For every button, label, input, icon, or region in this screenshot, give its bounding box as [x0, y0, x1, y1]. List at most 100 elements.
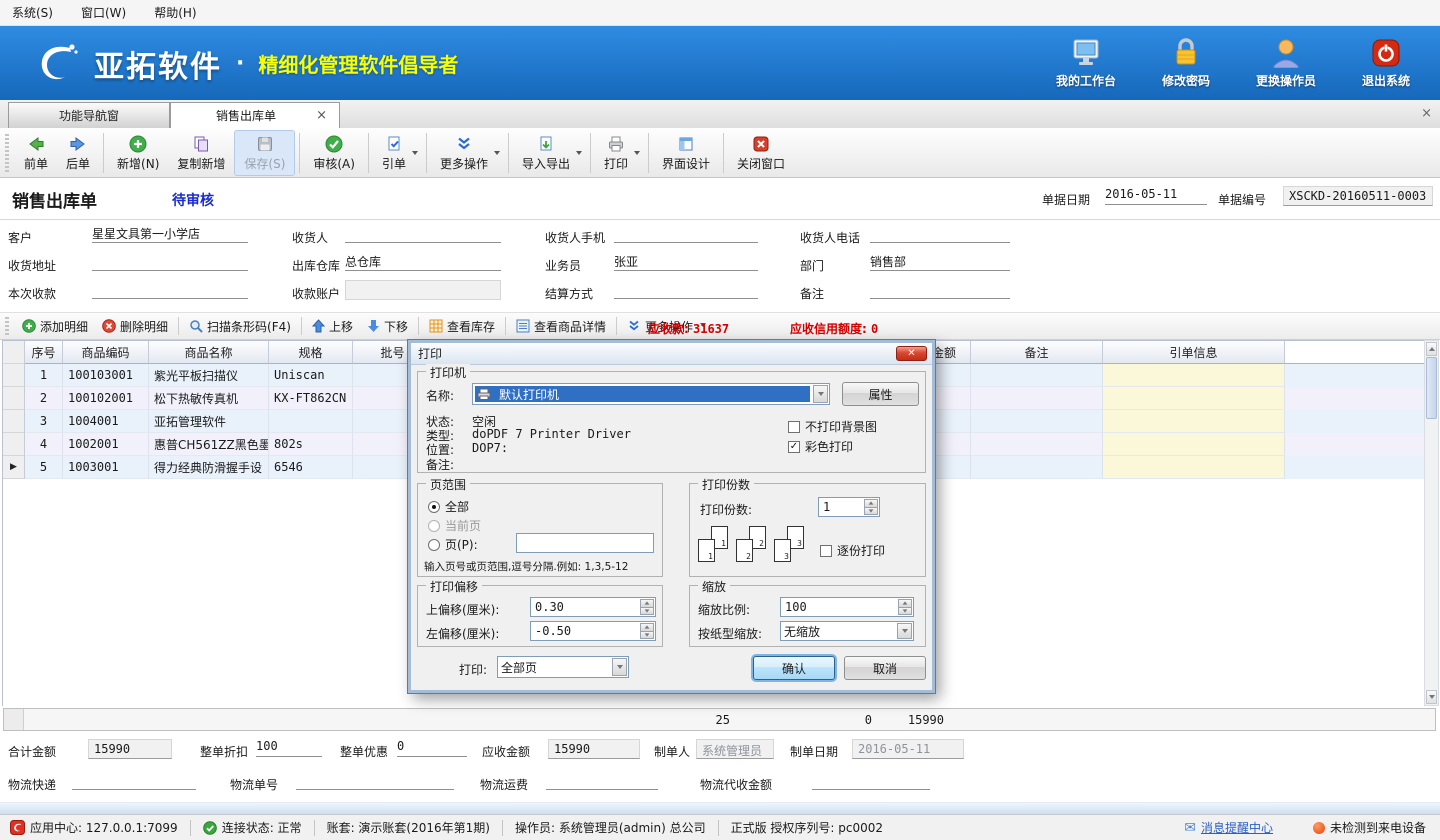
import-export-button[interactable]: 导入导出 — [513, 130, 586, 176]
prev-doc-button[interactable]: 前单 — [15, 130, 57, 176]
scrollbar-thumb[interactable] — [1426, 357, 1437, 419]
move-down-button[interactable]: 下移 — [360, 318, 415, 335]
spinner-up-icon[interactable] — [640, 599, 654, 608]
no-background-checkbox[interactable]: 不打印背景图 — [788, 418, 877, 435]
tab-sales-outbound[interactable]: 销售出库单 × — [170, 102, 340, 128]
cod-amount-field[interactable] — [812, 772, 930, 790]
spinner-up-icon[interactable] — [898, 599, 912, 608]
print-button[interactable]: 打印 — [595, 130, 644, 176]
col-name[interactable]: 商品名称 — [149, 341, 269, 364]
my-workspace-button[interactable]: 我的工作台 — [1044, 34, 1128, 89]
scan-barcode-button[interactable]: 扫描条形码(F4) — [182, 318, 298, 335]
radio-selected-icon[interactable] — [428, 501, 440, 513]
more-actions-button[interactable]: 更多操作 — [431, 130, 504, 176]
dept-field[interactable]: 销售部 — [870, 253, 1010, 271]
add-detail-button[interactable]: 添加明细 — [15, 318, 95, 335]
close-window-button[interactable]: 关闭窗口 — [728, 130, 794, 176]
express-field[interactable] — [72, 772, 196, 790]
print-dialog[interactable]: 打印 ✕ 打印机 名称: 默认打印机 属性 状态: 空闲 类型: doPDF — [408, 340, 935, 693]
message-center-link[interactable]: ✉ 消息提醒中心 — [1184, 819, 1273, 836]
color-print-checkbox[interactable]: ✓ 彩色打印 — [788, 438, 853, 455]
menu-help[interactable]: 帮助(H) — [154, 4, 196, 21]
dialog-title-bar[interactable]: 打印 — [411, 343, 932, 365]
spinner-down-icon[interactable] — [864, 508, 878, 516]
delete-detail-button[interactable]: 删除明细 — [95, 318, 175, 335]
remark-field[interactable] — [870, 281, 1010, 299]
account-field[interactable] — [345, 280, 501, 300]
top-offset-spinner[interactable]: 0.30 — [530, 597, 656, 617]
doc-date-label: 单据日期 — [1042, 191, 1090, 208]
settle-field[interactable] — [614, 281, 758, 299]
next-doc-button[interactable]: 后单 — [57, 130, 99, 176]
col-code[interactable]: 商品编码 — [63, 341, 149, 364]
tab-close-icon[interactable]: × — [316, 109, 327, 122]
copy-add-button[interactable]: 复制新增 — [168, 130, 234, 176]
view-stock-button[interactable]: 查看库存 — [422, 318, 502, 335]
radio-pages[interactable]: 页(P): — [428, 536, 478, 553]
audit-button[interactable]: 审核(A) — [304, 130, 364, 176]
consignee-field[interactable] — [345, 225, 501, 243]
confirm-button[interactable]: 确认 — [753, 656, 835, 680]
left-offset-spinner[interactable]: -0.50 — [530, 621, 656, 641]
menu-window[interactable]: 窗口(W) — [81, 4, 126, 21]
col-seq[interactable]: 序号 — [25, 341, 63, 364]
spinner-down-icon[interactable] — [640, 608, 654, 616]
customer-field[interactable]: 星星文具第一小学店 — [92, 225, 248, 243]
power-icon — [1344, 34, 1428, 68]
change-password-button[interactable]: 修改密码 — [1144, 34, 1228, 89]
copies-spinner[interactable]: 1 — [818, 497, 880, 517]
page-range-input[interactable] — [516, 533, 654, 553]
checkbox-icon[interactable] — [820, 545, 832, 557]
printer-properties-button[interactable]: 属性 — [842, 382, 919, 406]
warehouse-field[interactable]: 总仓库 — [345, 253, 501, 271]
tracking-no-field[interactable] — [296, 772, 454, 790]
freight-field[interactable] — [546, 772, 658, 790]
spinner-up-icon[interactable] — [640, 623, 654, 632]
combo-arrow-icon[interactable] — [612, 658, 627, 676]
cod-amount-label: 物流代收金额 — [700, 776, 772, 793]
ui-design-button[interactable]: 界面设计 — [653, 130, 719, 176]
doc-date-field[interactable]: 2016-05-11 — [1105, 187, 1207, 205]
spinner-down-icon[interactable] — [898, 608, 912, 616]
panel-close-icon[interactable]: × — [1421, 106, 1432, 121]
checkbox-checked-icon[interactable]: ✓ — [788, 441, 800, 453]
spinner-down-icon[interactable] — [640, 632, 654, 640]
cancel-button[interactable]: 取消 — [844, 656, 926, 680]
paper-scale-combo[interactable]: 无缩放 — [780, 621, 914, 641]
radio-icon[interactable] — [428, 539, 440, 551]
scale-ratio-spinner[interactable]: 100 — [780, 597, 914, 617]
dialog-close-button[interactable]: ✕ — [896, 346, 927, 361]
tab-nav-panel[interactable]: 功能导航窗 — [8, 102, 170, 128]
pull-order-button[interactable]: 引单 — [373, 130, 422, 176]
switch-operator-button[interactable]: 更换操作员 — [1244, 34, 1328, 89]
menu-system[interactable]: 系统(S) — [12, 4, 53, 21]
payment-field[interactable] — [92, 281, 248, 299]
save-button[interactable]: 保存(S) — [234, 130, 295, 176]
add-button[interactable]: 新增(N) — [108, 130, 168, 176]
mobile-field[interactable] — [614, 225, 758, 243]
list-icon — [516, 319, 530, 333]
exit-system-button[interactable]: 退出系统 — [1344, 34, 1428, 89]
scroll-down-icon[interactable] — [1426, 690, 1437, 704]
order-promo-field[interactable]: 0 — [397, 739, 467, 757]
combo-arrow-icon[interactable] — [813, 385, 828, 403]
scroll-up-icon[interactable] — [1426, 342, 1437, 356]
combo-arrow-icon[interactable] — [897, 623, 912, 639]
collate-checkbox[interactable]: 逐份打印 — [820, 542, 885, 559]
col-ref[interactable]: 引单信息 — [1103, 341, 1285, 364]
col-note[interactable]: 备注 — [971, 341, 1103, 364]
radio-current-page[interactable]: 当前页 — [428, 517, 481, 534]
radio-all-pages[interactable]: 全部 — [428, 498, 469, 515]
grid-scrollbar[interactable] — [1424, 340, 1439, 706]
salesman-field[interactable]: 张亚 — [614, 253, 758, 271]
move-up-button[interactable]: 上移 — [305, 318, 360, 335]
address-field[interactable] — [92, 253, 248, 271]
view-product-button[interactable]: 查看商品详情 — [509, 318, 613, 335]
phone-field[interactable] — [870, 225, 1010, 243]
print-range-combo[interactable]: 全部页 — [497, 656, 629, 678]
spinner-up-icon[interactable] — [864, 499, 878, 508]
printer-name-combo[interactable]: 默认打印机 — [472, 383, 830, 405]
checkbox-icon[interactable] — [788, 421, 800, 433]
order-discount-field[interactable]: 100 — [256, 739, 322, 757]
col-spec[interactable]: 规格 — [269, 341, 353, 364]
